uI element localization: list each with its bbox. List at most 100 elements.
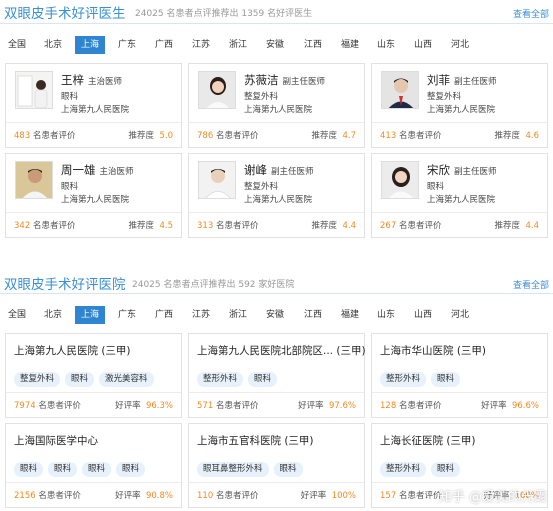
hospital-card[interactable]: 上海市五官科医院 (三甲) 眼耳鼻整形外科 眼科 110 名患者评价 好评率 10…: [188, 423, 365, 508]
dept-tag[interactable]: 眼科: [273, 462, 303, 477]
tab-region[interactable]: 福建: [335, 36, 365, 54]
card-divider: [6, 392, 181, 393]
doctor-title: 副主任医师: [271, 167, 314, 177]
doctor-region-tabs: 全国 北京 上海 广东 广西 江苏 浙江 安徽 江西 福建 山东 山西 河北: [0, 36, 553, 54]
hospital-card[interactable]: 上海市华山医院 (三甲) 整形外科 眼科 128 名患者评价 好评率 96.6%: [371, 333, 548, 418]
doctor-name[interactable]: 谢峰: [244, 163, 267, 177]
tab-region[interactable]: 浙江: [223, 306, 253, 324]
review-count: 267: [380, 221, 397, 231]
dept-tag[interactable]: 眼科: [248, 372, 278, 387]
hospital-name[interactable]: 上海第九人民医院 (三甲): [14, 343, 131, 358]
hospital-name[interactable]: 上海长征医院 (三甲): [380, 433, 476, 448]
tab-region[interactable]: 广西: [149, 36, 179, 54]
dept-tag[interactable]: 眼科: [431, 462, 461, 477]
tab-region[interactable]: 安徽: [260, 306, 290, 324]
card-divider: [372, 122, 547, 123]
dept-tag[interactable]: 眼耳鼻整形外科: [197, 462, 269, 477]
doctor-photo: [198, 71, 236, 109]
doctor-name[interactable]: 宋欣: [427, 163, 450, 177]
review-count: 786: [197, 131, 214, 141]
doctor-dept: 整复外科: [244, 182, 279, 192]
review-count: 157: [380, 491, 397, 501]
rec-score: 4.7: [342, 131, 356, 141]
review-count: 128: [380, 401, 397, 411]
tab-region[interactable]: 全国: [2, 36, 32, 54]
doctor-photo: [15, 161, 53, 199]
review-count-label: 名患者评价: [215, 401, 259, 411]
dept-tag[interactable]: 整形外科: [197, 372, 244, 387]
tab-region[interactable]: 江苏: [186, 306, 216, 324]
hospital-name[interactable]: 上海市华山医院 (三甲): [380, 343, 486, 358]
doctor-view-all-link[interactable]: 查看全部: [513, 7, 549, 20]
hospital-name[interactable]: 上海市五官科医院 (三甲): [197, 433, 314, 448]
dept-tag[interactable]: 眼科: [116, 462, 146, 477]
doctor-card[interactable]: 刘菲 副主任医师 整复外科 上海第九人民医院 413 名患者评价 推荐度 4.6: [371, 63, 548, 148]
positive-rate: 96.6%: [511, 401, 539, 411]
doctor-hospital: 上海第九人民医院: [244, 105, 313, 115]
tab-region-active[interactable]: 上海: [75, 306, 105, 324]
tab-region[interactable]: 广西: [149, 306, 179, 324]
watermark: 知乎 @爱美的光霞: [438, 490, 547, 505]
doctor-card[interactable]: 苏薇洁 副主任医师 整复外科 上海第九人民医院 786 名患者评价 推荐度 4.7: [188, 63, 365, 148]
card-divider: [189, 392, 364, 393]
tab-region[interactable]: 浙江: [223, 36, 253, 54]
hospital-card[interactable]: 上海第九人民医院北部院区... (三甲) 整形外科 眼科 571 名患者评价 好评…: [188, 333, 366, 418]
doctor-name[interactable]: 苏薇洁: [244, 73, 279, 87]
tab-region[interactable]: 山东: [371, 36, 401, 54]
doctor-card[interactable]: 谢峰 副主任医师 整复外科 上海第九人民医院 313 名患者评价 推荐度 4.4: [188, 153, 365, 238]
tab-region[interactable]: 全国: [2, 306, 32, 324]
hospital-region-tabs: 全国 北京 上海 广东 广西 江苏 浙江 安徽 江西 福建 山东 山西 河北: [0, 306, 553, 324]
tab-region[interactable]: 广东: [112, 306, 142, 324]
dept-tag[interactable]: 整复外科: [14, 372, 61, 387]
doctor-name[interactable]: 刘菲: [427, 73, 450, 87]
dept-tag[interactable]: 激光美容科: [99, 372, 154, 387]
doctor-title: 主治医师: [88, 77, 123, 87]
rate-label: 好评率: [298, 401, 324, 411]
review-count-label: 名患者评价: [398, 131, 442, 141]
doctor-card[interactable]: 宋欣 副主任医师 眼科 上海第九人民医院 267 名患者评价 推荐度 4.4: [371, 153, 548, 238]
review-count: 413: [380, 131, 397, 141]
tab-region[interactable]: 福建: [335, 306, 365, 324]
dept-tag[interactable]: 整形外科: [380, 372, 427, 387]
dept-tag[interactable]: 眼科: [431, 372, 461, 387]
dept-tag[interactable]: 眼科: [82, 462, 112, 477]
hospital-card[interactable]: 上海第九人民医院 (三甲) 整复外科 眼科 激光美容科 7974 名患者评价 好评率…: [5, 333, 182, 418]
card-divider: [189, 482, 364, 483]
rec-score: 4.5: [159, 221, 173, 231]
doctor-name[interactable]: 王梓: [61, 73, 84, 87]
hospital-name[interactable]: 上海国际医学中心: [14, 433, 98, 448]
hospital-view-all-link[interactable]: 查看全部: [513, 278, 549, 291]
doctor-hospital: 上海第九人民医院: [427, 105, 496, 115]
tab-region[interactable]: 山西: [408, 36, 438, 54]
tab-region[interactable]: 河北: [445, 306, 475, 324]
hospital-card[interactable]: 上海国际医学中心 眼科 眼科 眼科 眼科 2156 名患者评价 好评率 90.8%: [5, 423, 182, 508]
dept-tag[interactable]: 眼科: [14, 462, 44, 477]
rec-score: 4.4: [342, 221, 356, 231]
tab-region[interactable]: 江西: [298, 306, 328, 324]
positive-rate: 96.3%: [145, 401, 173, 411]
dept-tag[interactable]: 眼科: [65, 372, 95, 387]
tab-region[interactable]: 安徽: [260, 36, 290, 54]
tab-region[interactable]: 江苏: [186, 36, 216, 54]
tab-region[interactable]: 山东: [371, 306, 401, 324]
doctor-photo: [15, 71, 53, 109]
tab-region[interactable]: 山西: [408, 306, 438, 324]
divider: [0, 293, 553, 294]
doctor-name[interactable]: 周一雄: [61, 163, 96, 177]
card-divider: [372, 482, 547, 483]
rec-score: 4.4: [525, 221, 539, 231]
rec-label: 推荐度: [128, 131, 155, 141]
tab-region[interactable]: 北京: [38, 36, 68, 54]
dept-tag[interactable]: 整形外科: [380, 462, 427, 477]
tab-region[interactable]: 河北: [445, 36, 475, 54]
doctor-card[interactable]: 王梓 主治医师 眼科 上海第九人民医院 483 名患者评价 推荐度 5.0: [5, 63, 182, 148]
tab-region-active[interactable]: 上海: [75, 36, 105, 54]
tab-region[interactable]: 江西: [298, 36, 328, 54]
card-divider: [6, 212, 181, 213]
hospital-name[interactable]: 上海第九人民医院北部院区... (三甲): [197, 343, 366, 358]
doctor-card[interactable]: 周一雄 主治医师 眼科 上海第九人民医院 342 名患者评价 推荐度 4.5: [5, 153, 182, 238]
dept-tag[interactable]: 眼科: [48, 462, 78, 477]
tab-region[interactable]: 广东: [112, 36, 142, 54]
dept-tags: 整形外科 眼科: [380, 366, 465, 387]
tab-region[interactable]: 北京: [38, 306, 68, 324]
